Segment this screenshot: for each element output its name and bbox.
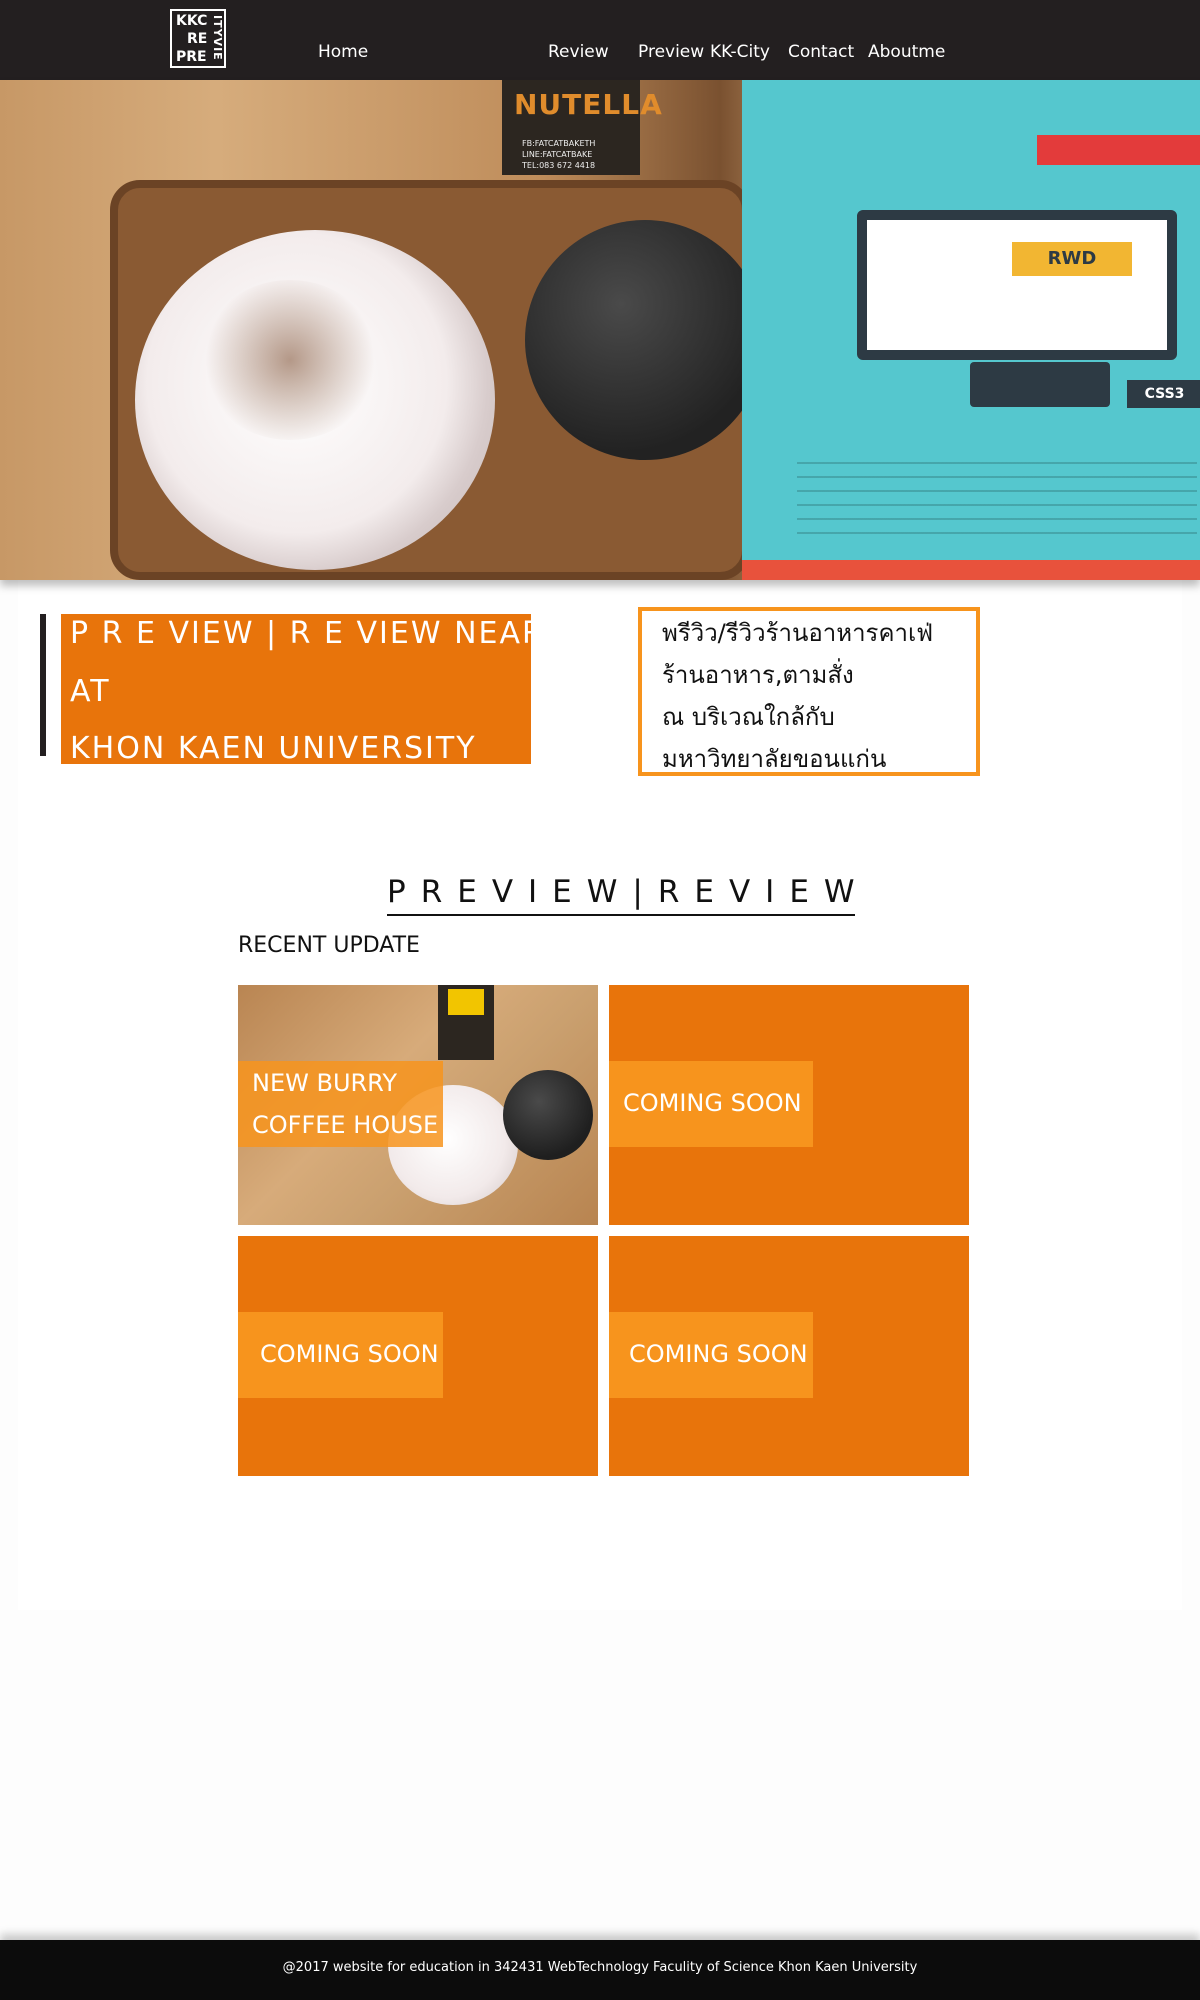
monitor-illustration: [857, 210, 1177, 360]
nav-item-contact[interactable]: Contact: [788, 0, 854, 80]
nav-link-contact[interactable]: Contact: [788, 42, 854, 62]
title-accent-bar: [40, 614, 46, 756]
card-caption-line-1: COMING SOON: [260, 1340, 439, 1368]
product-label-line: LINE:FATCATBAKE: [522, 150, 593, 159]
hero-image: NUTELLA FB:FATCATBAKETH LINE:FATCATBAKE …: [0, 80, 1200, 580]
recent-update-heading: RECENT UPDATE: [238, 933, 420, 958]
top-navigation-bar: KKC RE PRE ITYVIE Home Review Preview KK…: [0, 0, 1200, 80]
card-caption: COMING SOON: [609, 1061, 813, 1147]
keyboard-illustration: [970, 362, 1110, 407]
card-caption: COMING SOON: [238, 1312, 443, 1398]
card-caption: COMING SOON: [609, 1312, 813, 1398]
site-footer: @2017 website for education in 342431 We…: [0, 1940, 1200, 2000]
nav-item-kk-city[interactable]: KK-City: [710, 0, 770, 80]
nav-item-review[interactable]: Review: [548, 0, 609, 80]
intro-description-box: พรีวิว/รีวิวร้านอาหารคาเฟ่ ร้านอาหาร,ตาม…: [638, 607, 980, 776]
nav-link-kk-city[interactable]: KK-City: [710, 42, 770, 62]
intro-title-line-1: P R E VIEW | R E VIEW NEAR: [70, 616, 545, 651]
description-line-2: ร้านอาหาร,ตามสั่ง: [662, 661, 854, 689]
product-label-title: NUTELLA: [514, 88, 663, 121]
intro-title: P R E VIEW | R E VIEW NEAR AT KHON KAEN …: [61, 614, 543, 766]
logo-line-1: KKC: [176, 13, 208, 29]
nav-link-aboutme[interactable]: Aboutme: [868, 42, 945, 62]
review-card-coming-soon-3[interactable]: COMING SOON: [609, 1236, 969, 1476]
review-card-coming-soon-2[interactable]: COMING SOON: [238, 1236, 598, 1476]
book-text-block: [797, 450, 1197, 540]
intro-title-line-3: KHON KAEN UNIVERSITY: [70, 731, 477, 766]
rwd-badge: RWD: [1012, 242, 1132, 276]
nav-item-preview[interactable]: Preview: [638, 0, 704, 80]
product-label-tel: TEL:083 672 4418: [522, 161, 596, 170]
card-cookie: [503, 1070, 593, 1160]
footer-copyright: @2017 website for education in 342431 We…: [282, 1960, 918, 1975]
card-caption-line-2: COFFEE HOUSE: [252, 1111, 439, 1139]
card-caption-line-1: COMING SOON: [623, 1089, 802, 1117]
card-caption-line-1: COMING SOON: [629, 1340, 808, 1368]
web-design-book: RWD CSS3: [742, 80, 1200, 580]
card-caption: NEW BURRY COFFEE HOUSE: [238, 1061, 443, 1147]
description-line-4: มหาวิทยาลัยขอนแก่น: [662, 745, 887, 773]
logo-line-3: PRE: [176, 49, 207, 65]
logo-line-2: RE: [187, 31, 208, 47]
nav-link-preview[interactable]: Preview: [638, 42, 704, 62]
review-card-new-burry[interactable]: NEW BURRY COFFEE HOUSE: [238, 985, 598, 1225]
product-label-fb: FB:FATCATBAKETH: [522, 139, 596, 148]
cocoa-powder: [200, 280, 380, 440]
site-logo[interactable]: KKC RE PRE ITYVIE: [170, 9, 226, 68]
card-product-label: [438, 985, 494, 1060]
description-line-1: พรีวิว/รีวิวร้านอาหารคาเฟ่: [662, 619, 934, 647]
nav-item-aboutme[interactable]: Aboutme: [868, 0, 945, 80]
nav-link-review[interactable]: Review: [548, 42, 609, 62]
description-line-3: ณ บริเวณใกล้กับ: [662, 703, 835, 731]
nav-link-home[interactable]: Home: [318, 42, 368, 62]
product-label: NUTELLA FB:FATCATBAKETH LINE:FATCATBAKE …: [502, 80, 662, 175]
nav-item-home[interactable]: Home: [318, 0, 368, 80]
product-label-contact: FB:FATCATBAKETH LINE:FATCATBAKE TEL:083 …: [522, 138, 595, 171]
intro-title-line-2: AT: [70, 674, 111, 709]
logo-vertical-text: ITYVIE: [211, 15, 224, 61]
review-card-coming-soon-1[interactable]: COMING SOON: [609, 985, 969, 1225]
section-title: PREVIEW|REVIEW: [387, 870, 855, 916]
book-red-banner: [1037, 135, 1200, 165]
card-caption-line-1: NEW BURRY: [252, 1069, 397, 1097]
book-bottom-stripe: [742, 560, 1200, 580]
chocolate-cookie: [525, 220, 765, 460]
css3-badge: CSS3: [1127, 380, 1200, 408]
